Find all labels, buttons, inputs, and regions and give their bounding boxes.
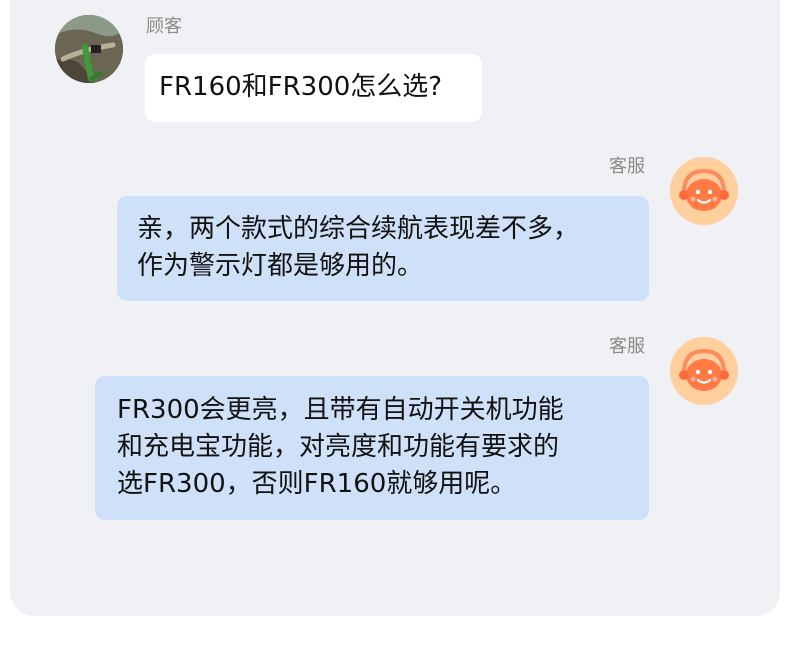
- message-text-line: 和充电宝功能，对亮度和功能有要求的: [117, 432, 560, 462]
- bicycle-photo-icon: [55, 15, 123, 83]
- message-text-line: FR300会更亮，且带有自动开关机功能: [117, 395, 564, 425]
- message-text-line: 作为警示灯都是够用的。: [137, 251, 424, 281]
- service-name: 客服: [609, 156, 645, 177]
- message-text-line: FR160和FR300怎么选?: [159, 72, 443, 102]
- message-text-line: 亲，两个款式的综合续航表现差不多，: [137, 214, 580, 244]
- message-text-line: 选FR300，否则FR160就够用呢。: [117, 469, 517, 499]
- service-message-bubble[interactable]: FR300会更亮，且带有自动开关机功能 和充电宝功能，对亮度和功能有要求的 选F…: [95, 376, 649, 520]
- headset-smiley-icon: [670, 157, 738, 225]
- headset-smiley-icon: [670, 337, 738, 405]
- customer-name: 顾客: [146, 16, 182, 37]
- service-message-bubble[interactable]: 亲，两个款式的综合续航表现差不多， 作为警示灯都是够用的。: [117, 196, 649, 301]
- service-avatar[interactable]: [670, 157, 738, 225]
- customer-message-bubble[interactable]: FR160和FR300怎么选?: [145, 54, 482, 122]
- service-avatar[interactable]: [670, 337, 738, 405]
- service-name: 客服: [609, 336, 645, 357]
- customer-avatar[interactable]: [55, 15, 123, 83]
